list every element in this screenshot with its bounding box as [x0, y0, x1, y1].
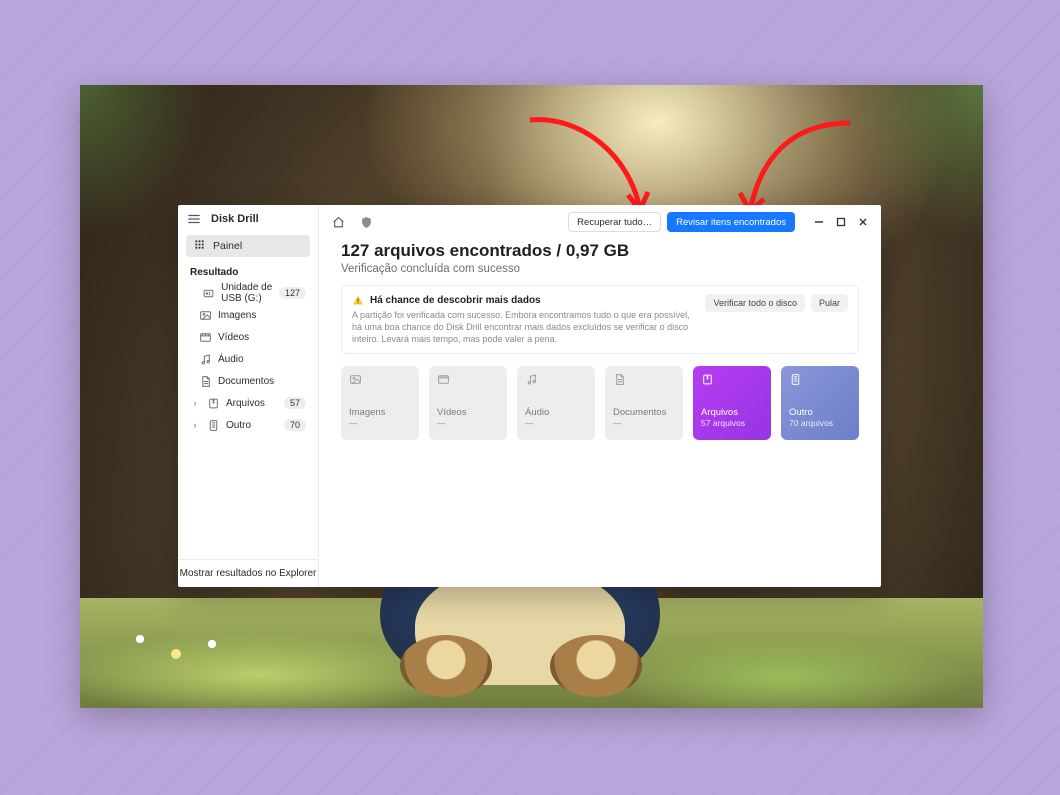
sidebar-item-video[interactable]: Vídeos: [184, 326, 312, 348]
category-card-other[interactable]: Outro70 arquivos: [781, 366, 859, 440]
chevron-right-icon: ›: [190, 398, 200, 408]
category-card-audio[interactable]: Áudio—: [517, 366, 595, 440]
usb-icon: [202, 286, 215, 300]
sidebar-item-label: Imagens: [218, 310, 256, 321]
sidebar-item-archive[interactable]: › Arquivos 57: [184, 392, 312, 414]
sidebar-item-label: Documentos: [218, 376, 274, 387]
sidebar-item-label: Áudio: [218, 354, 244, 365]
shield-icon-button[interactable]: [355, 211, 377, 233]
home-button[interactable]: [327, 211, 349, 233]
doc-icon: [198, 374, 212, 388]
screenshot-frame: Disk Drill Painel Resultado ›Unidade de …: [80, 85, 983, 708]
card-title: Outro: [789, 407, 851, 418]
app-title: Disk Drill: [211, 213, 259, 225]
count-badge: 57: [284, 397, 306, 409]
count-badge: 127: [279, 287, 306, 299]
card-subtitle: —: [525, 418, 587, 428]
card-title: Imagens: [349, 407, 411, 418]
video-icon: [198, 330, 212, 344]
menu-icon[interactable]: [187, 212, 201, 226]
info-body-text: A partição foi verificada com sucesso. E…: [352, 309, 695, 345]
sidebar-item-usb[interactable]: ›Unidade de USB (G:)127: [184, 282, 312, 304]
sidebar-item-image[interactable]: Imagens: [184, 304, 312, 326]
sidebar-item-label: Unidade de USB (G:): [221, 282, 279, 304]
chevron-right-icon: ›: [190, 420, 200, 430]
card-title: Documentos: [613, 407, 675, 418]
card-subtitle: —: [437, 418, 499, 428]
category-card-archive[interactable]: Arquivos57 arquivos: [693, 366, 771, 440]
sidebar-item-audio[interactable]: Áudio: [184, 348, 312, 370]
window-minimize-button[interactable]: [809, 212, 829, 232]
count-badge: 70: [284, 419, 306, 431]
category-cards: Imagens—Vídeos—Áudio—Documentos—Arquivos…: [341, 366, 859, 440]
window-close-button[interactable]: [853, 212, 873, 232]
sidebar-item-label: Arquivos: [226, 398, 265, 409]
verify-whole-disk-button[interactable]: Verificar todo o disco: [705, 294, 805, 312]
category-card-doc[interactable]: Documentos—: [605, 366, 683, 440]
card-subtitle: —: [349, 418, 411, 428]
window-maximize-button[interactable]: [831, 212, 851, 232]
sidebar-item-doc[interactable]: Documentos: [184, 370, 312, 392]
main-panel: Recuperar tudo… Revisar itens encontrado…: [319, 205, 881, 587]
audio-icon: [198, 352, 212, 366]
skip-button[interactable]: Pular: [811, 294, 848, 312]
audio-icon: [525, 373, 543, 391]
info-banner: Há chance de descobrir mais dados A part…: [341, 285, 859, 354]
warning-icon: [352, 294, 364, 306]
sidebar-tab-label: Painel: [213, 240, 242, 252]
results-subheading: Verificação concluída com sucesso: [341, 263, 859, 275]
grid-icon: [194, 239, 205, 253]
review-items-button[interactable]: Revisar itens encontrados: [667, 212, 795, 232]
image-icon: [349, 373, 367, 391]
sidebar-section-title: Resultado: [178, 263, 318, 282]
sidebar-item-label: Vídeos: [218, 332, 249, 343]
app-window: Disk Drill Painel Resultado ›Unidade de …: [178, 205, 881, 587]
sidebar-tree: ›Unidade de USB (G:)127ImagensVídeosÁudi…: [178, 282, 318, 442]
sidebar-item-label: Outro: [226, 420, 251, 431]
image-icon: [198, 308, 212, 322]
card-title: Arquivos: [701, 407, 763, 418]
archive-icon: [206, 396, 220, 410]
category-card-video[interactable]: Vídeos—: [429, 366, 507, 440]
other-icon: [789, 373, 807, 391]
sidebar-item-other[interactable]: › Outro 70: [184, 414, 312, 436]
recover-all-button[interactable]: Recuperar tudo…: [568, 212, 661, 232]
topbar: Recuperar tudo… Revisar itens encontrado…: [319, 205, 881, 239]
info-title-text: Há chance de descobrir mais dados: [370, 295, 541, 306]
results-heading: 127 arquivos encontrados / 0,97 GB: [341, 241, 859, 261]
sidebar-tab-panel[interactable]: Painel: [186, 235, 310, 257]
other-icon: [206, 418, 220, 432]
video-icon: [437, 373, 455, 391]
card-subtitle: 70 arquivos: [789, 418, 851, 428]
doc-icon: [613, 373, 631, 391]
sidebar: Disk Drill Painel Resultado ›Unidade de …: [178, 205, 319, 587]
card-title: Áudio: [525, 407, 587, 418]
card-subtitle: 57 arquivos: [701, 418, 763, 428]
card-subtitle: —: [613, 418, 675, 428]
category-card-image[interactable]: Imagens—: [341, 366, 419, 440]
show-in-explorer-button[interactable]: Mostrar resultados no Explorer: [178, 559, 318, 587]
archive-icon: [701, 373, 719, 391]
card-title: Vídeos: [437, 407, 499, 418]
